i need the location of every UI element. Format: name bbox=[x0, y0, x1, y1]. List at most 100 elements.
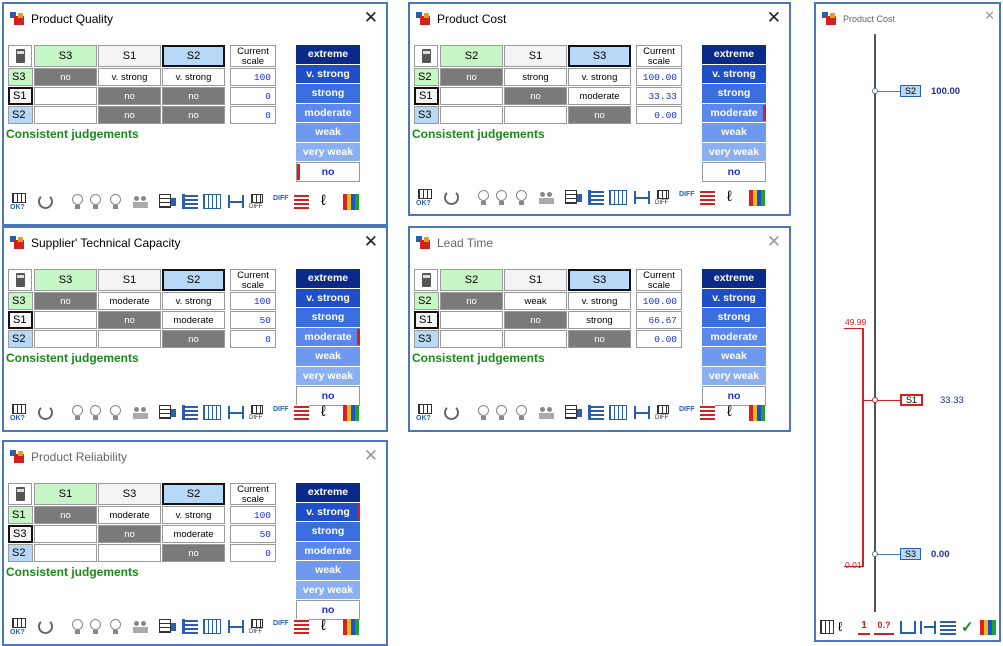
rotate-icon[interactable] bbox=[442, 403, 462, 423]
matrix-cell[interactable]: moderate bbox=[98, 292, 161, 310]
row-header-s3[interactable]: S3 bbox=[414, 330, 439, 348]
row-header-s3[interactable]: S3 bbox=[414, 106, 439, 124]
rotate-icon[interactable] bbox=[442, 188, 462, 208]
mac-text-icon[interactable] bbox=[292, 403, 312, 423]
scale-one-button[interactable]: 1 bbox=[858, 620, 870, 635]
column-header-s2[interactable]: S2 bbox=[162, 269, 225, 291]
row-header-s1[interactable]: S1 bbox=[8, 506, 33, 524]
verbal-option-extreme[interactable]: extreme bbox=[296, 45, 360, 65]
ok-grid-icon[interactable]: OK? bbox=[10, 192, 30, 212]
verbal-option-moderate[interactable]: moderate bbox=[702, 103, 766, 123]
person-tool-icon[interactable]: ℓ bbox=[318, 403, 338, 423]
matrix-cell[interactable] bbox=[504, 106, 567, 124]
lightbulb-check-icon[interactable] bbox=[106, 403, 126, 423]
column-header-s3[interactable]: S3 bbox=[34, 45, 97, 67]
mac-text-icon[interactable] bbox=[292, 192, 312, 212]
column-header-s1[interactable]: S1 bbox=[98, 269, 161, 291]
matrix-cell[interactable]: no bbox=[162, 87, 225, 105]
color-palette-icon[interactable] bbox=[748, 403, 768, 423]
close-icon[interactable]: ✕ bbox=[364, 232, 378, 252]
column-header-s2[interactable]: S2 bbox=[440, 269, 503, 291]
column-header-s1[interactable]: S1 bbox=[504, 45, 567, 67]
matrix-cell[interactable] bbox=[440, 311, 503, 329]
matrix-cell[interactable]: v. strong bbox=[568, 68, 631, 86]
matrix-cell[interactable] bbox=[98, 330, 161, 348]
verbal-option-very-weak[interactable]: very weak bbox=[702, 142, 766, 162]
matrix-cell[interactable]: no bbox=[504, 311, 567, 329]
table-mac-icon[interactable] bbox=[202, 403, 222, 423]
lightbulb-check-icon[interactable] bbox=[512, 188, 532, 208]
lightbulb-ok-icon[interactable] bbox=[86, 617, 106, 637]
matrix-cell[interactable]: no bbox=[162, 106, 225, 124]
people-icon[interactable] bbox=[132, 617, 152, 637]
matrix-cell[interactable]: moderate bbox=[162, 311, 225, 329]
matrix-cell[interactable]: v. strong bbox=[568, 292, 631, 310]
lightbulb-check-icon[interactable] bbox=[106, 617, 126, 637]
calculator-icon[interactable] bbox=[414, 269, 438, 291]
list-icon[interactable] bbox=[586, 403, 606, 423]
lightbulb-icon[interactable] bbox=[68, 617, 88, 637]
ok-grid-icon[interactable]: OK? bbox=[416, 188, 436, 208]
list-icon[interactable] bbox=[180, 617, 200, 637]
matrix-cell[interactable]: no bbox=[440, 292, 503, 310]
close-icon[interactable]: ✕ bbox=[767, 232, 781, 252]
lightbulb-icon[interactable] bbox=[474, 403, 494, 423]
column-header-s1[interactable]: S1 bbox=[98, 45, 161, 67]
matrix-cell[interactable]: v. strong bbox=[162, 68, 225, 86]
matrix-cell[interactable]: moderate bbox=[98, 506, 161, 524]
verbal-option-very-weak[interactable]: very weak bbox=[296, 580, 360, 600]
range-icon[interactable] bbox=[226, 403, 246, 423]
matrix-cell[interactable]: no bbox=[34, 68, 97, 86]
lightbulb-ok-icon[interactable] bbox=[492, 403, 512, 423]
s2-box[interactable]: S2 bbox=[900, 85, 922, 97]
verbal-option-strong[interactable]: strong bbox=[296, 308, 360, 328]
diff-grid-icon[interactable]: DIFF bbox=[248, 403, 268, 423]
verbal-option-moderate[interactable]: moderate bbox=[296, 103, 360, 123]
verbal-option-strong[interactable]: strong bbox=[296, 84, 360, 104]
people-icon[interactable] bbox=[538, 403, 558, 423]
color-palette-icon[interactable] bbox=[342, 617, 362, 637]
row-header-s2[interactable]: S2 bbox=[414, 292, 439, 310]
matrix-cell[interactable]: moderate bbox=[162, 525, 225, 543]
grid-icon[interactable] bbox=[820, 620, 834, 634]
rotate-icon[interactable] bbox=[36, 403, 56, 423]
list-icon[interactable] bbox=[586, 188, 606, 208]
ok-grid-icon[interactable]: OK? bbox=[10, 403, 30, 423]
scale-decimal-button[interactable]: 0.? bbox=[874, 620, 894, 635]
row-header-s3[interactable]: S3 bbox=[8, 292, 33, 310]
verbal-option-moderate[interactable]: moderate bbox=[702, 327, 766, 347]
matrix-cell[interactable]: no bbox=[98, 87, 161, 105]
matrix-cell[interactable] bbox=[440, 106, 503, 124]
matrix-cell[interactable]: no bbox=[568, 330, 631, 348]
lightbulb-icon[interactable] bbox=[68, 403, 88, 423]
person-tool-icon[interactable]: ℓ bbox=[838, 619, 852, 635]
matrix-cell[interactable] bbox=[34, 330, 97, 348]
calculator-icon[interactable] bbox=[8, 45, 32, 67]
verbal-option-strong[interactable]: strong bbox=[702, 308, 766, 328]
lightbulb-icon[interactable] bbox=[474, 188, 494, 208]
column-header-s3[interactable]: S3 bbox=[98, 483, 161, 505]
matrix-cell[interactable]: no bbox=[98, 525, 161, 543]
column-header-s3[interactable]: S3 bbox=[34, 269, 97, 291]
column-header-s1[interactable]: S1 bbox=[34, 483, 97, 505]
row-header-s2[interactable]: S2 bbox=[8, 544, 33, 562]
verbal-option-strong[interactable]: strong bbox=[702, 84, 766, 104]
verbal-option-weak[interactable]: weak bbox=[702, 123, 766, 143]
matrix-cell[interactable]: v. strong bbox=[98, 68, 161, 86]
lightbulb-icon[interactable] bbox=[68, 192, 88, 212]
people-icon[interactable] bbox=[132, 192, 152, 212]
verbal-option-moderate[interactable]: moderate bbox=[296, 541, 360, 561]
range-icon[interactable] bbox=[226, 192, 246, 212]
verbal-option-extreme[interactable]: extreme bbox=[296, 483, 360, 503]
verbal-option-weak[interactable]: weak bbox=[296, 347, 360, 367]
color-palette-icon[interactable] bbox=[342, 192, 362, 212]
verbal-option-weak[interactable]: weak bbox=[702, 347, 766, 367]
column-header-s2[interactable]: S2 bbox=[162, 483, 225, 505]
matrix-cell[interactable] bbox=[504, 330, 567, 348]
table-mac-icon[interactable] bbox=[608, 403, 628, 423]
mac-text-icon[interactable] bbox=[698, 403, 718, 423]
lightbulb-ok-icon[interactable] bbox=[86, 403, 106, 423]
person-tool-icon[interactable]: ℓ bbox=[318, 617, 338, 637]
diff-text-icon[interactable]: DIFF bbox=[678, 403, 698, 423]
range-icon[interactable] bbox=[920, 621, 936, 634]
